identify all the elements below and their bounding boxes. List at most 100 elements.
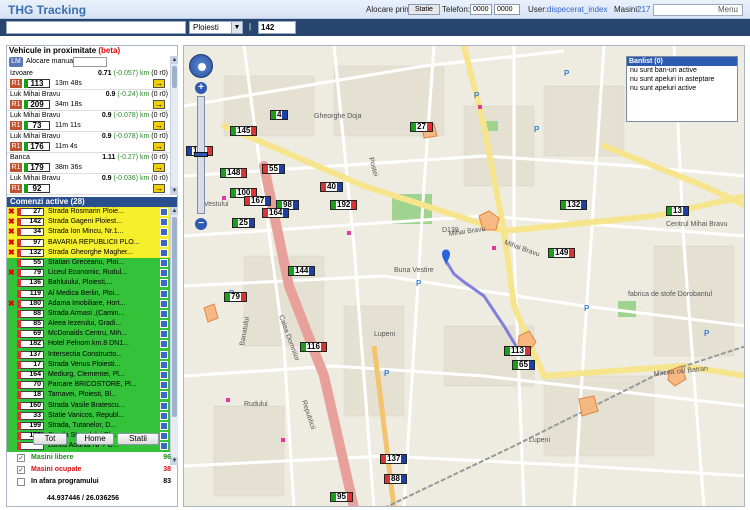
order-detail-icon[interactable]	[160, 391, 168, 400]
offline-cars-checkbox[interactable]	[17, 478, 25, 486]
vehicle-marker[interactable]: 95	[330, 492, 353, 502]
vehicle-marker[interactable]: 65	[512, 360, 535, 370]
cancel-x-icon[interactable]: ✖	[8, 248, 15, 258]
order-row[interactable]: ✖ 142 Strada Gageni Ploiest...	[7, 217, 170, 228]
order-detail-icon[interactable]	[160, 218, 168, 227]
vehicle-marker[interactable]: 192	[330, 200, 358, 210]
order-row[interactable]: 164 Mediurg, Clementei, Pl...	[7, 370, 170, 381]
busy-cars-checkbox[interactable]: ✓	[17, 466, 25, 474]
cancel-x-icon[interactable]: ✖	[8, 268, 15, 278]
order-detail-icon[interactable]	[160, 432, 168, 441]
zoom-in-button[interactable]: +	[195, 82, 207, 94]
order-row[interactable]: 18 Tarnavei, Ploiesti, Bl...	[7, 390, 170, 401]
nearby-vehicle-item[interactable]: Luk Mihai Bravu 0.9 (-0.24) km (0 r0) R1 20…	[7, 90, 170, 111]
vehicle-marker[interactable]: 116	[300, 342, 327, 352]
order-row[interactable]: ✖ 132 Strada Gheorghe Magher...	[7, 247, 170, 258]
order-detail-icon[interactable]	[160, 360, 168, 369]
order-row[interactable]: 182 Hotel Pelnom km.8 DN1...	[7, 339, 170, 350]
vehicle-marker[interactable]: 149	[548, 248, 576, 258]
menu-button[interactable]: Menu	[653, 4, 743, 16]
nearby-vehicle-item[interactable]: Luk Mihai Bravu 0.9 (-0.036) km (0 r0) R1 9…	[7, 174, 170, 195]
assign-arrow-icon[interactable]: →	[153, 163, 165, 172]
order-row[interactable]: 17 Strada Venus Ploiesti...	[7, 359, 170, 370]
order-row[interactable]: 33 Statie Vanicos, Republ...	[7, 410, 170, 421]
order-row[interactable]: ✖ 97 BAVARIA REPUBLICII PLO...	[7, 237, 170, 248]
zoom-out-button[interactable]: −	[195, 218, 207, 230]
cancel-x-icon[interactable]: ✖	[8, 227, 15, 237]
user-name[interactable]: dispecerat_index	[547, 5, 607, 14]
scroll-up-icon[interactable]: ▲	[171, 207, 178, 215]
assign-arrow-icon[interactable]: →	[153, 121, 165, 130]
scroll-thumb[interactable]	[172, 66, 177, 88]
order-detail-icon[interactable]	[160, 421, 168, 430]
order-detail-icon[interactable]	[160, 299, 168, 308]
order-detail-icon[interactable]	[160, 289, 168, 298]
vehicle-marker[interactable]: 113	[504, 346, 531, 356]
cancel-x-icon[interactable]: ✖	[8, 217, 15, 227]
nearby-vehicle-item[interactable]: Banca 1.11 (-0.27) km (0 r0) R1 179 38m 36s →	[7, 153, 170, 174]
home-button[interactable]: Home	[76, 433, 114, 445]
order-row[interactable]: 119 Al Medica Berlin, Ploi...	[7, 288, 170, 299]
order-detail-icon[interactable]	[160, 411, 168, 420]
order-detail-icon[interactable]	[160, 279, 168, 288]
order-detail-icon[interactable]	[160, 258, 168, 267]
scroll-thumb[interactable]	[172, 217, 177, 417]
vehicle-marker[interactable]: 40	[320, 182, 343, 192]
order-row[interactable]: ✖ 79 Liceul Economic, Rudul...	[7, 268, 170, 279]
manual-alloc-input[interactable]	[73, 57, 107, 67]
order-detail-icon[interactable]	[160, 330, 168, 339]
cancel-x-icon[interactable]: ✖	[8, 299, 15, 309]
nearby-scrollbar[interactable]: ▲ ▼	[170, 56, 178, 195]
vehicle-marker[interactable]: 79	[224, 292, 247, 302]
tot-button[interactable]: Tot	[33, 433, 67, 445]
order-row[interactable]: 199 Strada, Tutanelor, D...	[7, 420, 170, 432]
phone-select[interactable]: 0000	[494, 4, 520, 15]
cancel-x-icon[interactable]: ✖	[8, 238, 15, 248]
order-detail-icon[interactable]	[160, 350, 168, 359]
vehicle-marker[interactable]: 137	[380, 454, 408, 464]
vehicle-marker[interactable]: 148	[220, 168, 248, 178]
order-detail-icon[interactable]	[160, 381, 168, 390]
order-detail-icon[interactable]	[160, 238, 168, 247]
vehicle-marker[interactable]: 132	[560, 200, 588, 210]
order-detail-icon[interactable]	[160, 248, 168, 257]
order-detail-icon[interactable]	[160, 320, 168, 329]
order-row[interactable]: 136 Bahluiului, Ploiesti,...	[7, 278, 170, 289]
assign-arrow-icon[interactable]: →	[153, 142, 165, 151]
order-detail-icon[interactable]	[160, 309, 168, 318]
alloc-station-button[interactable]: Statie	[408, 4, 440, 15]
nearby-vehicle-item[interactable]: Luk Mihai Bravu 0.9 (-0.078) km (0 r0) R1 7…	[7, 111, 170, 132]
order-detail-icon[interactable]	[160, 228, 168, 237]
vehicle-marker[interactable]: 144	[288, 266, 316, 276]
order-row[interactable]: 70 Parcare BRICOSTORE, Pl...	[7, 380, 170, 391]
order-row[interactable]: 85 Aleea Iezerului, Gradi...	[7, 319, 170, 330]
order-detail-icon[interactable]	[160, 442, 168, 451]
order-detail-icon[interactable]	[160, 208, 168, 216]
order-detail-icon[interactable]	[160, 340, 168, 349]
orders-scrollbar[interactable]: ▲ ▼	[170, 207, 178, 465]
assign-arrow-icon[interactable]: →	[153, 184, 165, 193]
vehicle-marker[interactable]: 145	[230, 126, 258, 136]
vehicle-marker[interactable]: 25	[232, 218, 255, 228]
order-row[interactable]: 55 Statian Greceanu, Ploi...	[7, 257, 170, 269]
address-search-input[interactable]	[6, 21, 186, 34]
lm-badge[interactable]: LM	[9, 57, 23, 67]
statii-button[interactable]: Statii	[117, 433, 159, 445]
pan-center-icon[interactable]	[198, 63, 206, 71]
order-detail-icon[interactable]	[160, 371, 168, 379]
order-row[interactable]: 88 Strada Armasi ,(Camin...	[7, 308, 170, 320]
vehicle-marker[interactable]: 4	[270, 110, 289, 120]
vehicle-marker[interactable]: 13	[666, 206, 689, 216]
scroll-up-icon[interactable]: ▲	[171, 56, 178, 64]
order-detail-icon[interactable]	[160, 401, 168, 410]
free-cars-row[interactable]: ✓ Masini libere 96	[17, 453, 177, 463]
number-input[interactable]: 142	[258, 21, 296, 34]
vehicle-marker[interactable]: 88	[384, 474, 407, 484]
order-row[interactable]: 137 Intersectia Constructo...	[7, 349, 170, 360]
zoom-slider-thumb[interactable]	[194, 152, 208, 157]
nearby-vehicle-item[interactable]: Izvoare 0.71 (-0.057) km (0 r0) R1 113 13m 4…	[7, 69, 170, 90]
assign-arrow-icon[interactable]: →	[153, 100, 165, 109]
vehicle-marker[interactable]: 55	[262, 164, 285, 174]
assign-arrow-icon[interactable]: →	[153, 79, 165, 88]
order-row[interactable]: 69 McDonalds Centru, Mih...	[7, 329, 170, 340]
